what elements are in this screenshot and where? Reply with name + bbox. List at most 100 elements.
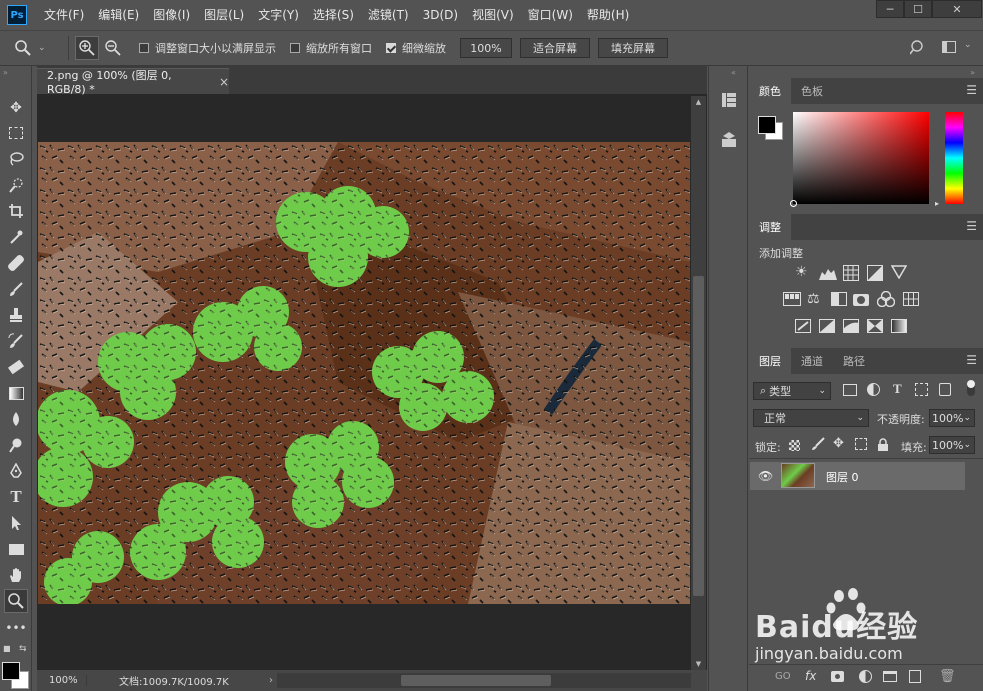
hand-tool-icon[interactable]: [4, 563, 28, 587]
zoom-in-button[interactable]: [75, 36, 99, 60]
more-tools-icon[interactable]: •••: [4, 616, 28, 640]
lock-image-icon[interactable]: [811, 437, 825, 454]
type-tool-icon[interactable]: T: [4, 485, 28, 509]
threshold-icon[interactable]: [843, 319, 859, 336]
tab-channels[interactable]: 通道: [791, 348, 833, 374]
levels-icon[interactable]: [819, 266, 837, 283]
layer-row[interactable]: 👁 图层 0: [750, 462, 965, 490]
properties-panel-icon[interactable]: [721, 132, 737, 148]
menu-item-8[interactable]: 视图(V): [465, 0, 521, 30]
filter-type-icon[interactable]: T: [893, 381, 902, 397]
tab-layers[interactable]: 图层: [749, 348, 791, 374]
zoom-out-button[interactable]: [101, 36, 125, 60]
lasso-tool-icon[interactable]: [4, 147, 28, 171]
adjustments-panel-menu-icon[interactable]: ☰: [966, 219, 977, 233]
foreground-color-swatch[interactable]: [2, 662, 20, 680]
menu-item-1[interactable]: 编辑(E): [91, 0, 146, 30]
layers-panel-menu-icon[interactable]: ☰: [966, 353, 977, 367]
trash-icon[interactable]: 🗑: [939, 669, 956, 684]
fit-screen-button[interactable]: 适合屏幕: [520, 38, 590, 58]
default-colors-icon[interactable]: ■: [3, 644, 11, 653]
foreground-color-chip[interactable]: [758, 116, 776, 134]
layer-filter-select[interactable]: ⌕ 类型 ⌄: [753, 382, 831, 400]
hue-slider-marker-icon[interactable]: ▸: [935, 199, 939, 208]
move-tool-icon[interactable]: ✥: [4, 96, 28, 120]
filter-shape-icon[interactable]: [915, 383, 928, 396]
zoom-value-field[interactable]: 100%: [460, 38, 512, 58]
tab-paths[interactable]: 路径: [833, 348, 875, 374]
gradient-map-icon[interactable]: [891, 319, 907, 333]
color-balance-icon[interactable]: ⚖: [807, 291, 820, 307]
color-field[interactable]: [790, 112, 929, 207]
path-selection-tool-icon[interactable]: [4, 511, 28, 535]
document-tab[interactable]: 2.png @ 100% (图层 0, RGB/8) * ×: [37, 68, 229, 96]
zoom-level[interactable]: 100%: [37, 675, 87, 686]
workspace-chevron-icon[interactable]: ⌄: [964, 40, 972, 50]
opacity-field[interactable]: 100% ⌄: [929, 409, 975, 427]
eye-icon[interactable]: 👁: [758, 469, 773, 483]
quick-selection-tool-icon[interactable]: [4, 173, 28, 197]
eyedropper-tool-icon[interactable]: [4, 225, 28, 249]
tab-swatches[interactable]: 色板: [791, 78, 833, 104]
image-canvas[interactable]: [38, 142, 690, 604]
workspace-icon[interactable]: [942, 41, 956, 53]
menu-item-3[interactable]: 图层(L): [197, 0, 251, 30]
resize-windows-checkbox[interactable]: [139, 43, 149, 53]
channel-mixer-icon[interactable]: [876, 290, 896, 310]
crop-tool-icon[interactable]: [4, 199, 28, 223]
exposure-icon[interactable]: [867, 265, 883, 284]
fill-field[interactable]: 100% ⌄: [929, 436, 975, 454]
collapse-iconic-panels-icon[interactable]: «: [731, 68, 736, 77]
menu-item-4[interactable]: 文字(Y): [251, 0, 306, 30]
new-adjustment-layer-icon[interactable]: [859, 670, 872, 683]
hue-saturation-icon[interactable]: [783, 292, 801, 309]
resize-windows-option[interactable]: 调整窗口大小以满屏显示: [139, 40, 290, 56]
new-layer-icon[interactable]: [909, 670, 921, 683]
fill-screen-button[interactable]: 填充屏幕: [598, 38, 668, 58]
brush-tool-icon[interactable]: [4, 277, 28, 301]
menu-item-7[interactable]: 3D(D): [416, 0, 465, 30]
filter-smart-object-icon[interactable]: [939, 383, 951, 396]
search-icon[interactable]: [909, 40, 926, 59]
scrubby-zoom-checkbox[interactable]: [386, 43, 396, 53]
lock-artboard-icon[interactable]: [855, 438, 867, 450]
collapse-panels-icon[interactable]: »: [970, 68, 975, 77]
close-window-button[interactable]: ✕: [932, 0, 982, 18]
close-tab-icon[interactable]: ×: [219, 75, 229, 89]
healing-brush-tool-icon[interactable]: [4, 251, 28, 275]
eraser-tool-icon[interactable]: [4, 355, 28, 379]
minimize-button[interactable]: ─: [876, 0, 904, 18]
menu-item-10[interactable]: 帮助(H): [580, 0, 636, 30]
rectangle-tool-icon[interactable]: [4, 537, 28, 561]
vertical-scrollbar[interactable]: ▲ ▼: [691, 96, 706, 670]
menu-item-9[interactable]: 窗口(W): [521, 0, 580, 30]
zoom-all-windows-checkbox[interactable]: [290, 43, 300, 53]
gradient-tool-icon[interactable]: [4, 381, 28, 405]
filter-pixel-icon[interactable]: [843, 384, 857, 396]
menu-item-2[interactable]: 图像(I): [146, 0, 197, 30]
swap-colors-icon[interactable]: ⇆: [19, 644, 27, 654]
menu-item-0[interactable]: 文件(F): [37, 0, 91, 30]
menu-item-6[interactable]: 滤镜(T): [361, 0, 416, 30]
marquee-tool-icon[interactable]: [4, 121, 28, 145]
horizontal-scrollbar[interactable]: [277, 673, 691, 688]
tab-color[interactable]: 颜色: [749, 78, 791, 104]
clone-stamp-tool-icon[interactable]: [4, 303, 28, 327]
pen-tool-icon[interactable]: [4, 459, 28, 483]
invert-icon[interactable]: [795, 319, 811, 336]
tool-preset-picker[interactable]: ⌄: [14, 36, 64, 60]
add-mask-icon[interactable]: [831, 671, 844, 682]
filter-adjustment-icon[interactable]: [867, 383, 880, 396]
scrubby-zoom-option[interactable]: 细微缩放: [386, 40, 460, 56]
scroll-up-icon[interactable]: ▲: [693, 98, 704, 106]
black-white-icon[interactable]: [831, 292, 847, 309]
history-brush-tool-icon[interactable]: [4, 329, 28, 353]
color-panel-menu-icon[interactable]: ☰: [966, 83, 977, 97]
lock-transparent-icon[interactable]: [789, 440, 800, 451]
horizontal-scroll-thumb[interactable]: [401, 675, 551, 686]
collapse-toolbar-icon[interactable]: »: [3, 68, 8, 77]
vibrance-icon[interactable]: [890, 265, 908, 282]
blend-mode-select[interactable]: 正常 ⌄: [753, 409, 869, 427]
menu-item-5[interactable]: 选择(S): [306, 0, 361, 30]
lock-all-icon[interactable]: [877, 438, 889, 454]
